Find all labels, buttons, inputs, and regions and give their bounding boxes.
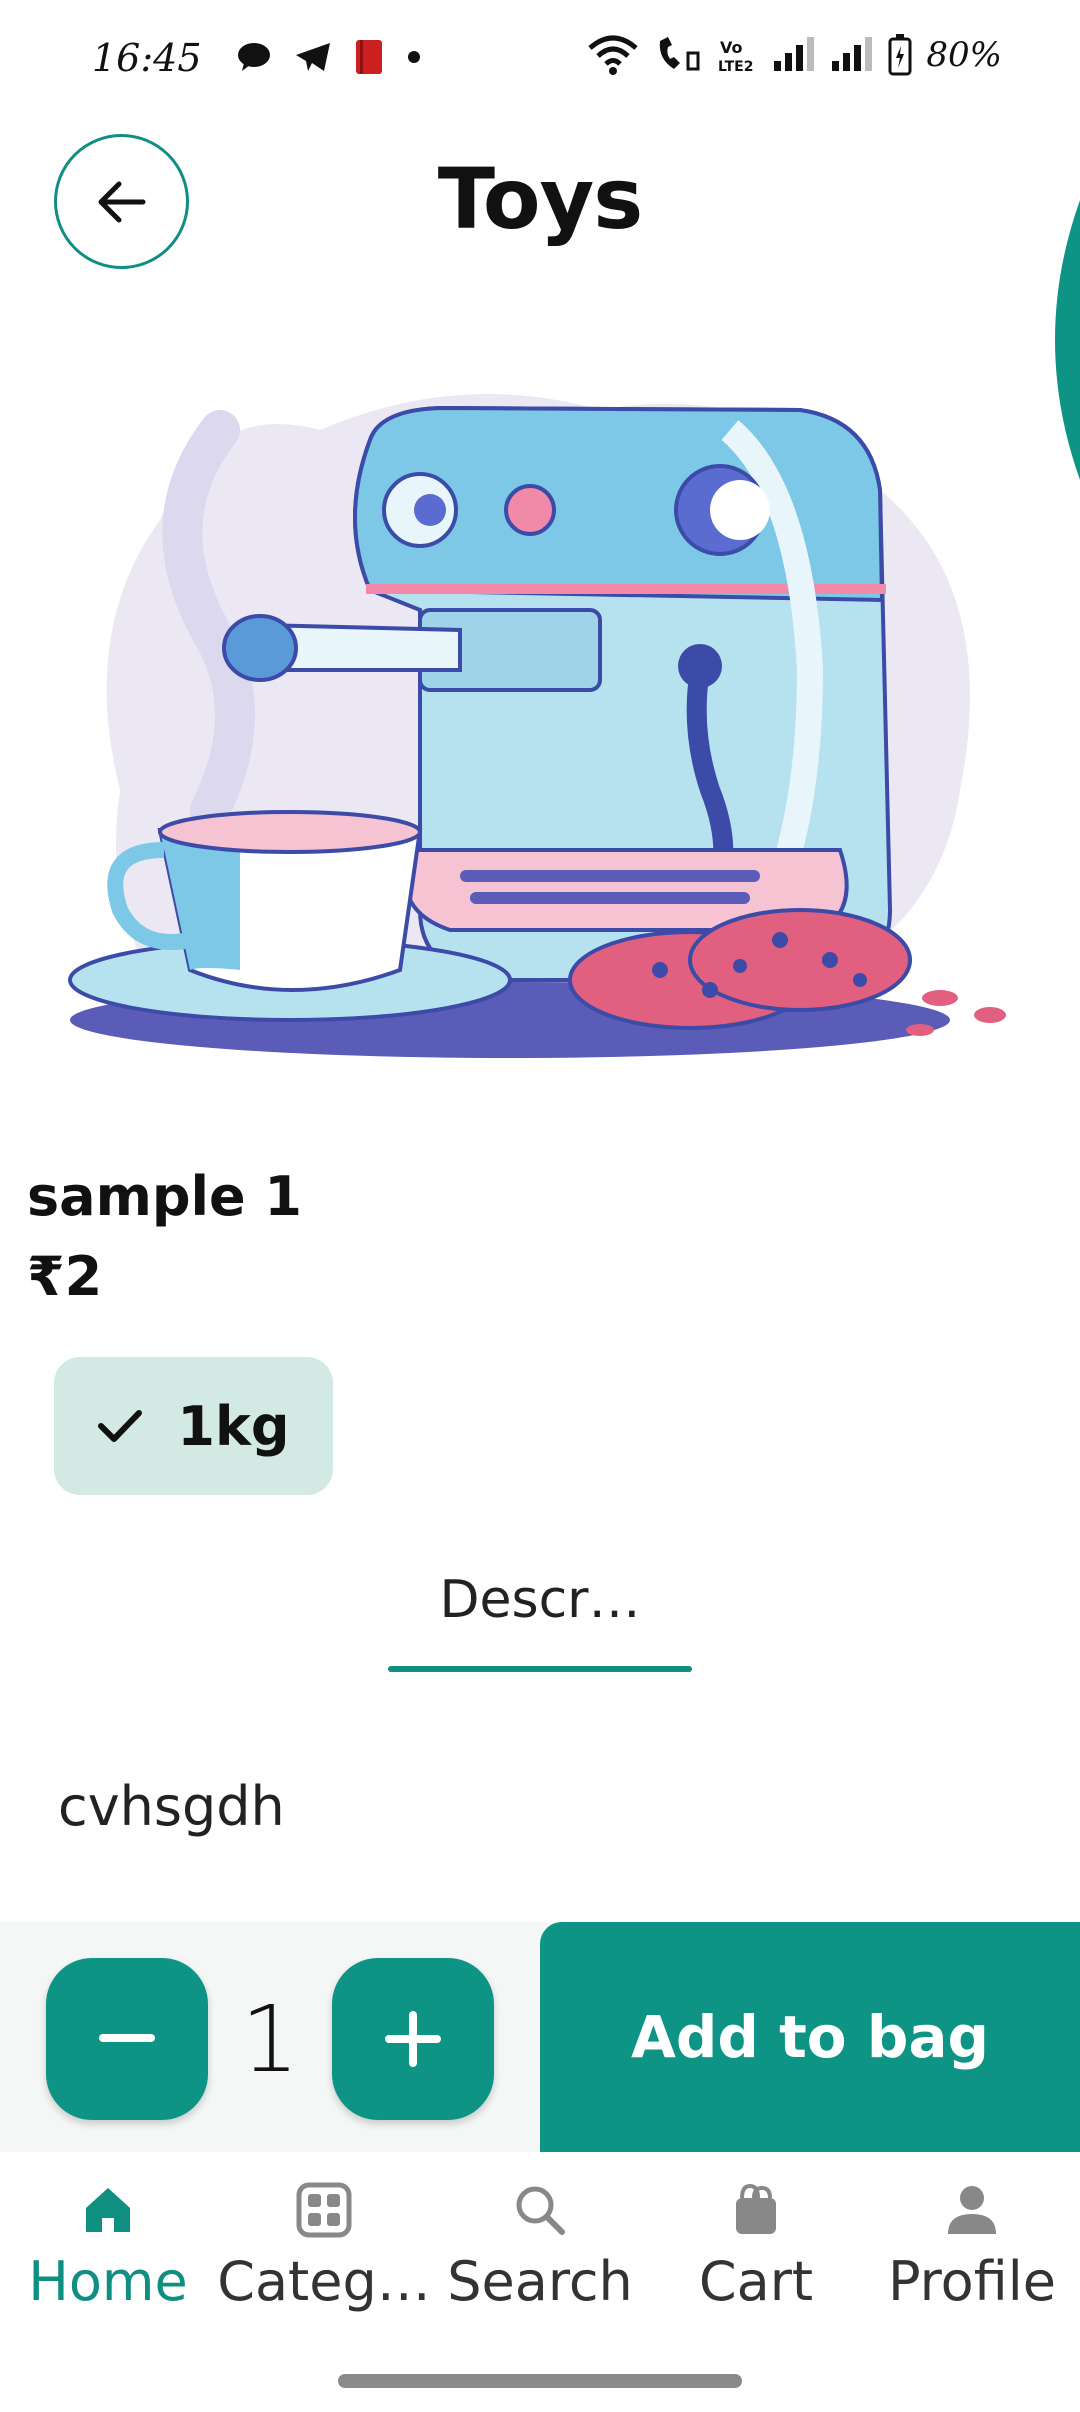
- notification-icons: [236, 38, 422, 76]
- minus-icon: [99, 2034, 155, 2042]
- nav-item-categories[interactable]: Categ…: [216, 2182, 432, 2332]
- system-icons: Vo LTE2 80%: [586, 34, 1002, 76]
- grid-icon: [296, 2182, 352, 2238]
- variant-label: 1kg: [177, 1394, 290, 1458]
- signal-icon: [774, 37, 815, 71]
- variant-chip-1kg[interactable]: 1kg: [54, 1357, 333, 1495]
- quantity-value: 1: [240, 1986, 300, 2093]
- check-icon: [98, 1410, 143, 1442]
- quantity-increase-button[interactable]: [332, 1958, 494, 2120]
- tab-label: Descr…: [439, 1570, 641, 1630]
- status-time: 16:45: [92, 36, 202, 80]
- add-to-bag-button[interactable]: Add to bag: [540, 1922, 1080, 2152]
- description-text: cvhsgdh: [58, 1775, 285, 1838]
- tab-description[interactable]: Descr…: [388, 1560, 692, 1672]
- home-icon: [86, 2188, 130, 2232]
- nav-label-search: Search: [447, 2250, 633, 2313]
- page-title: Toys: [437, 150, 644, 248]
- person-icon: [948, 2186, 996, 2234]
- book-icon: [356, 40, 382, 74]
- quantity-decrease-button[interactable]: [46, 1958, 208, 2120]
- nav-item-cart[interactable]: Cart: [648, 2182, 864, 2332]
- volte-icon: Vo LTE2: [718, 38, 753, 75]
- product-price: ₹2: [27, 1245, 103, 1308]
- search-icon: [516, 2186, 565, 2235]
- battery-icon: [888, 34, 912, 76]
- home-indicator[interactable]: [338, 2374, 742, 2388]
- nav-label-categories: Categ…: [217, 2250, 431, 2313]
- wifi-icon: [588, 35, 639, 75]
- nav-item-search[interactable]: Search: [432, 2182, 648, 2332]
- battery-percentage: 80%: [926, 35, 1002, 75]
- svg-text:Vo: Vo: [720, 38, 743, 57]
- svg-text:LTE2: LTE2: [718, 59, 753, 75]
- bottom-navigation: Home Categ… Search Cart Profile: [0, 2152, 1080, 2352]
- shopping-bag-icon: [736, 2183, 776, 2234]
- plus-icon: [385, 2011, 441, 2067]
- nav-label-home: Home: [28, 2250, 188, 2313]
- telegram-icon: [296, 43, 330, 71]
- nav-item-home[interactable]: Home: [0, 2182, 216, 2332]
- signal-icon: [832, 37, 873, 71]
- nav-item-profile[interactable]: Profile: [864, 2182, 1080, 2332]
- tab-active-indicator: [388, 1666, 692, 1672]
- nav-label-cart: Cart: [698, 2250, 814, 2313]
- nav-label-profile: Profile: [888, 2250, 1056, 2313]
- chat-bubble-icon: [238, 43, 270, 71]
- edge-decoration: [1055, 200, 1080, 480]
- wifi-calling-icon: [660, 37, 700, 71]
- product-name: sample 1: [27, 1165, 303, 1228]
- product-image[interactable]: [40, 370, 1040, 1070]
- dot-icon: [408, 51, 420, 63]
- status-bar: 16:45 Vo LTE2 80%: [0, 0, 1080, 120]
